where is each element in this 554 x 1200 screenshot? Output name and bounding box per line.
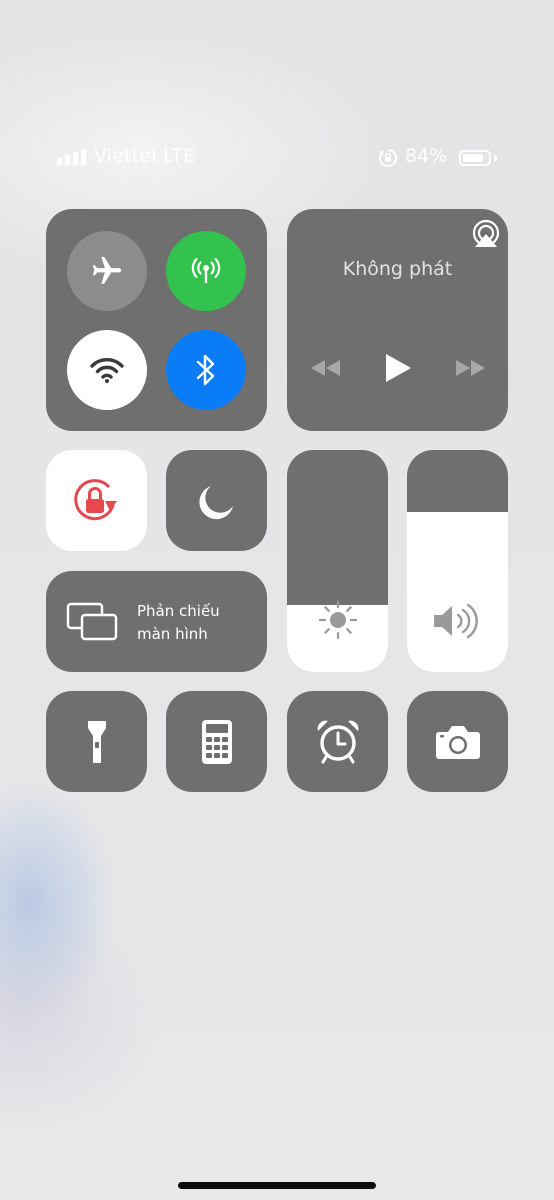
fast-forward-icon[interactable]: [453, 351, 487, 385]
airplane-mode-toggle[interactable]: [67, 231, 147, 311]
status-bar: Viettel LTE 84%: [0, 142, 554, 172]
orientation-lock-icon: [74, 479, 117, 521]
volume-slider[interactable]: [407, 450, 508, 672]
alarm-clock-icon: [317, 720, 359, 764]
speaker-icon: [433, 603, 478, 639]
wifi-toggle[interactable]: [67, 330, 147, 410]
home-indicator[interactable]: [178, 1182, 376, 1189]
now-playing-title: Không phát: [342, 258, 453, 280]
volume-icon-wrap: [407, 600, 508, 642]
airplane-icon: [92, 256, 122, 284]
cellular-antenna-icon: [191, 257, 221, 283]
flashlight-button[interactable]: [46, 691, 147, 792]
volume-level-fill: [407, 512, 508, 672]
bluetooth-toggle[interactable]: [166, 330, 246, 410]
camera-button[interactable]: [407, 691, 508, 792]
signal-strength-icon: [57, 149, 86, 165]
screen-mirroring-icon: [66, 602, 118, 641]
calculator-button[interactable]: [166, 691, 267, 792]
alarm-clock-button[interactable]: [287, 691, 388, 792]
play-icon[interactable]: [381, 351, 415, 385]
screen-mirroring-label-line2: màn hình: [137, 625, 208, 643]
screen-mirroring-label-line1: Phản chiếu: [137, 602, 220, 620]
brightness-icon-wrap: [287, 598, 388, 642]
battery-percent: 84%: [405, 145, 448, 167]
bluetooth-icon: [196, 354, 215, 386]
battery-cap: [494, 155, 497, 161]
airplay-icon[interactable]: [470, 219, 502, 249]
wifi-icon: [90, 358, 124, 383]
brightness-slider[interactable]: [287, 450, 388, 672]
battery-icon: [459, 150, 491, 166]
rewind-icon[interactable]: [309, 351, 343, 385]
carrier-label: Viettel LTE: [94, 145, 196, 167]
camera-icon: [436, 726, 480, 759]
moon-icon: [199, 486, 233, 520]
flashlight-icon: [88, 721, 106, 763]
orientation-lock-status-icon: [379, 149, 397, 167]
do-not-disturb-toggle[interactable]: [166, 450, 267, 551]
battery-level-fill: [463, 154, 483, 162]
cellular-data-toggle[interactable]: [166, 231, 246, 311]
orientation-lock-toggle[interactable]: [46, 450, 147, 551]
screen-mirroring-label: Phản chiếu màn hình: [137, 600, 220, 646]
calculator-icon: [202, 720, 232, 764]
sun-icon: [318, 600, 357, 640]
